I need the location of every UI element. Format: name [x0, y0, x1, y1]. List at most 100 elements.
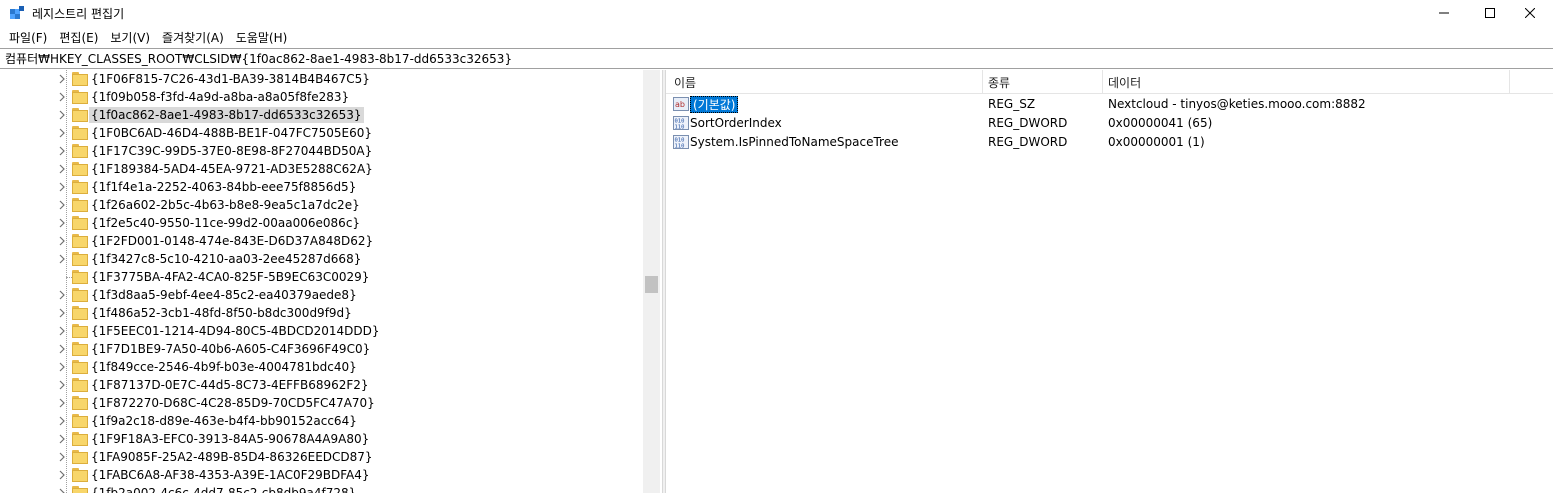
folder-icon	[72, 414, 88, 428]
key-tree[interactable]: {1F06F815-7C26-43d1-BA39-3814B4B467C5} {1…	[0, 70, 662, 493]
column-divider[interactable]	[1509, 70, 1510, 94]
tree-item-label[interactable]: {1F2FD001-0148-474e-843E-D6D37A848D62}	[89, 233, 375, 249]
tree-item-label[interactable]: {1f486a52-3cb1-48fd-8f50-b8dc300d9f9d}	[89, 305, 354, 321]
chevron-right-icon[interactable]	[56, 306, 68, 320]
value-type: REG_SZ	[988, 97, 1036, 111]
chevron-right-icon[interactable]	[56, 378, 68, 392]
chevron-right-icon[interactable]	[56, 288, 68, 302]
menu-help[interactable]: 도움말(H)	[230, 29, 294, 46]
tree-item[interactable]: {1F17C39C-99D5-37E0-8E98-8F27044BD50A}	[0, 142, 640, 160]
chevron-right-icon[interactable]	[56, 342, 68, 356]
minimize-icon	[1439, 12, 1449, 14]
tree-item-label[interactable]: {1f9a2c18-d89e-463e-b4f4-bb90152acc64}	[89, 413, 359, 429]
tree-item-label[interactable]: {1f1f4e1a-2252-4063-84bb-eee75f8856d5}	[89, 179, 358, 195]
menu-view[interactable]: 보기(V)	[104, 29, 156, 46]
minimize-button[interactable]	[1421, 0, 1467, 26]
column-header-type[interactable]: 종류	[988, 74, 1010, 91]
tree-item-label[interactable]: {1FABC6A8-AF38-4353-A39E-1AC0F29BDFA4}	[89, 467, 372, 483]
value-name[interactable]: SortOrderIndex	[690, 115, 782, 132]
close-button[interactable]	[1507, 0, 1553, 26]
tree-item[interactable]: {1f486a52-3cb1-48fd-8f50-b8dc300d9f9d}	[0, 304, 640, 322]
tree-item-label[interactable]: {1f849cce-2546-4b9f-b03e-4004781bdc40}	[89, 359, 359, 375]
chevron-right-icon[interactable]	[56, 198, 68, 212]
tree-item-label[interactable]: {1fb2a002-4c6c-4dd7-85c2-cb8db9a4f728}	[89, 485, 358, 493]
tree-item-label[interactable]: {1f09b058-f3fd-4a9d-a8ba-a8a05f8fe283}	[89, 89, 351, 105]
column-header-name[interactable]: 이름	[674, 74, 696, 91]
tree-item-label[interactable]: {1F9F18A3-EFC0-3913-84A5-90678A4A9A80}	[89, 431, 371, 447]
value-name[interactable]: System.IsPinnedToNameSpaceTree	[690, 134, 898, 151]
tree-item[interactable]: {1f09b058-f3fd-4a9d-a8ba-a8a05f8fe283}	[0, 88, 640, 106]
chevron-right-icon[interactable]	[56, 468, 68, 482]
column-header-data[interactable]: 데이터	[1108, 74, 1141, 91]
tree-item[interactable]: {1f26a602-2b5c-4b63-b8e8-9ea5c1a7dc2e}	[0, 196, 640, 214]
value-row[interactable]: 010 110 SortOrderIndex REG_DWORD 0x00000041 …	[666, 114, 1553, 133]
chevron-right-icon[interactable]	[56, 162, 68, 176]
column-divider[interactable]	[1102, 70, 1103, 94]
tree-item[interactable]: {1F7D1BE9-7A50-40b6-A605-C4F3696F49C0}	[0, 340, 640, 358]
chevron-right-icon[interactable]	[56, 486, 68, 493]
tree-item-label[interactable]: {1F87137D-0E7C-44d5-8C73-4EFFB68962F2}	[89, 377, 371, 393]
value-row[interactable]: ab (기본값) REG_SZ Nextcloud - tinyos@keties.m…	[666, 95, 1553, 114]
tree-item-label[interactable]: {1f26a602-2b5c-4b63-b8e8-9ea5c1a7dc2e}	[89, 197, 362, 213]
chevron-right-icon[interactable]	[56, 90, 68, 104]
tree-scrollbar[interactable]	[643, 70, 660, 493]
chevron-right-icon[interactable]	[56, 234, 68, 248]
tree-item-label[interactable]: {1F189384-5AD4-45EA-9721-AD3E5288C62A}	[89, 161, 375, 177]
tree-item[interactable]: {1F189384-5AD4-45EA-9721-AD3E5288C62A}	[0, 160, 640, 178]
chevron-right-icon[interactable]	[56, 108, 68, 122]
tree-item[interactable]: {1FABC6A8-AF38-4353-A39E-1AC0F29BDFA4}	[0, 466, 640, 484]
tree-item-label[interactable]: {1F7D1BE9-7A50-40b6-A605-C4F3696F49C0}	[89, 341, 372, 357]
tree-item[interactable]: {1f9a2c18-d89e-463e-b4f4-bb90152acc64}	[0, 412, 640, 430]
chevron-right-icon[interactable]	[56, 432, 68, 446]
tree-item[interactable]: {1f849cce-2546-4b9f-b03e-4004781bdc40}	[0, 358, 640, 376]
chevron-right-icon[interactable]	[56, 72, 68, 86]
tree-item[interactable]: {1F872270-D68C-4C28-85D9-70CD5FC47A70}	[0, 394, 640, 412]
chevron-right-icon[interactable]	[56, 144, 68, 158]
tree-item-label[interactable]: {1f2e5c40-9550-11ce-99d2-00aa006e086c}	[89, 215, 362, 231]
folder-icon	[72, 360, 88, 374]
chevron-right-icon[interactable]	[56, 180, 68, 194]
tree-item[interactable]: {1FA9085F-25A2-489B-85D4-86326EEDCD87}	[0, 448, 640, 466]
tree-item[interactable]: {1f2e5c40-9550-11ce-99d2-00aa006e086c}	[0, 214, 640, 232]
menu-file[interactable]: 파일(F)	[3, 29, 53, 46]
tree-item-label[interactable]: {1F0BC6AD-46D4-488B-BE1F-047FC7505E60}	[89, 125, 374, 141]
tree-item-label[interactable]: {1F17C39C-99D5-37E0-8E98-8F27044BD50A}	[89, 143, 374, 159]
chevron-right-icon[interactable]	[56, 126, 68, 140]
tree-item-label[interactable]: {1FA9085F-25A2-489B-85D4-86326EEDCD87}	[89, 449, 375, 465]
tree-item[interactable]: {1F3775BA-4FA2-4CA0-825F-5B9EC63C0029}	[0, 268, 640, 286]
tree-item[interactable]: {1F0BC6AD-46D4-488B-BE1F-047FC7505E60}	[0, 124, 640, 142]
tree-item-label[interactable]: {1f3d8aa5-9ebf-4ee4-85c2-ea40379aede8}	[89, 287, 359, 303]
tree-item[interactable]: {1f3d8aa5-9ebf-4ee4-85c2-ea40379aede8}	[0, 286, 640, 304]
tree-item[interactable]: {1F87137D-0E7C-44d5-8C73-4EFFB68962F2}	[0, 376, 640, 394]
tree-item-label[interactable]: {1f3427c8-5c10-4210-aa03-2ee45287d668}	[89, 251, 363, 267]
menu-edit[interactable]: 편집(E)	[53, 29, 104, 46]
column-divider[interactable]	[982, 70, 983, 94]
tree-item-label[interactable]: {1F5EEC01-1214-4D94-80C5-4BDCD2014DDD}	[89, 323, 382, 339]
chevron-right-icon[interactable]	[56, 396, 68, 410]
tree-item[interactable]: {1f0ac862-8ae1-4983-8b17-dd6533c32653}	[0, 106, 640, 124]
tree-scrollbar-thumb[interactable]	[645, 276, 658, 293]
tree-item[interactable]: {1fb2a002-4c6c-4dd7-85c2-cb8db9a4f728}	[0, 484, 640, 493]
tree-item[interactable]: {1F06F815-7C26-43d1-BA39-3814B4B467C5}	[0, 70, 640, 88]
tree-item[interactable]: {1f3427c8-5c10-4210-aa03-2ee45287d668}	[0, 250, 640, 268]
chevron-right-icon[interactable]	[56, 450, 68, 464]
address-path[interactable]: 컴퓨터₩HKEY_CLASSES_ROOT₩CLSID₩{1f0ac862-8a…	[5, 50, 512, 67]
chevron-right-icon[interactable]	[56, 414, 68, 428]
tree-item[interactable]: {1f1f4e1a-2252-4063-84bb-eee75f8856d5}	[0, 178, 640, 196]
menu-favorites[interactable]: 즐겨찾기(A)	[156, 29, 230, 46]
tree-item[interactable]: {1F5EEC01-1214-4D94-80C5-4BDCD2014DDD}	[0, 322, 640, 340]
tree-item[interactable]: {1F9F18A3-EFC0-3913-84A5-90678A4A9A80}	[0, 430, 640, 448]
chevron-right-icon[interactable]	[56, 324, 68, 338]
value-list[interactable]: 이름 종류 데이터 ab (기본값) REG_SZ Nextcloud - tinyo…	[666, 70, 1553, 493]
chevron-right-icon[interactable]	[56, 360, 68, 374]
chevron-right-icon[interactable]	[56, 252, 68, 266]
tree-item-label[interactable]: {1F872270-D68C-4C28-85D9-70CD5FC47A70}	[89, 395, 377, 411]
tree-item-label[interactable]: {1F3775BA-4FA2-4CA0-825F-5B9EC63C0029}	[89, 269, 371, 285]
value-row[interactable]: 010 110 System.IsPinnedToNameSpaceTree REG_…	[666, 133, 1553, 152]
chevron-right-icon[interactable]	[56, 216, 68, 230]
tree-item-label[interactable]: {1F06F815-7C26-43d1-BA39-3814B4B467C5}	[89, 71, 372, 87]
address-bar[interactable]: 컴퓨터₩HKEY_CLASSES_ROOT₩CLSID₩{1f0ac862-8a…	[0, 48, 1553, 69]
tree-item-label[interactable]: {1f0ac862-8ae1-4983-8b17-dd6533c32653}	[89, 107, 364, 123]
tree-item[interactable]: {1F2FD001-0148-474e-843E-D6D37A848D62}	[0, 232, 640, 250]
value-name[interactable]: (기본값)	[690, 96, 739, 113]
